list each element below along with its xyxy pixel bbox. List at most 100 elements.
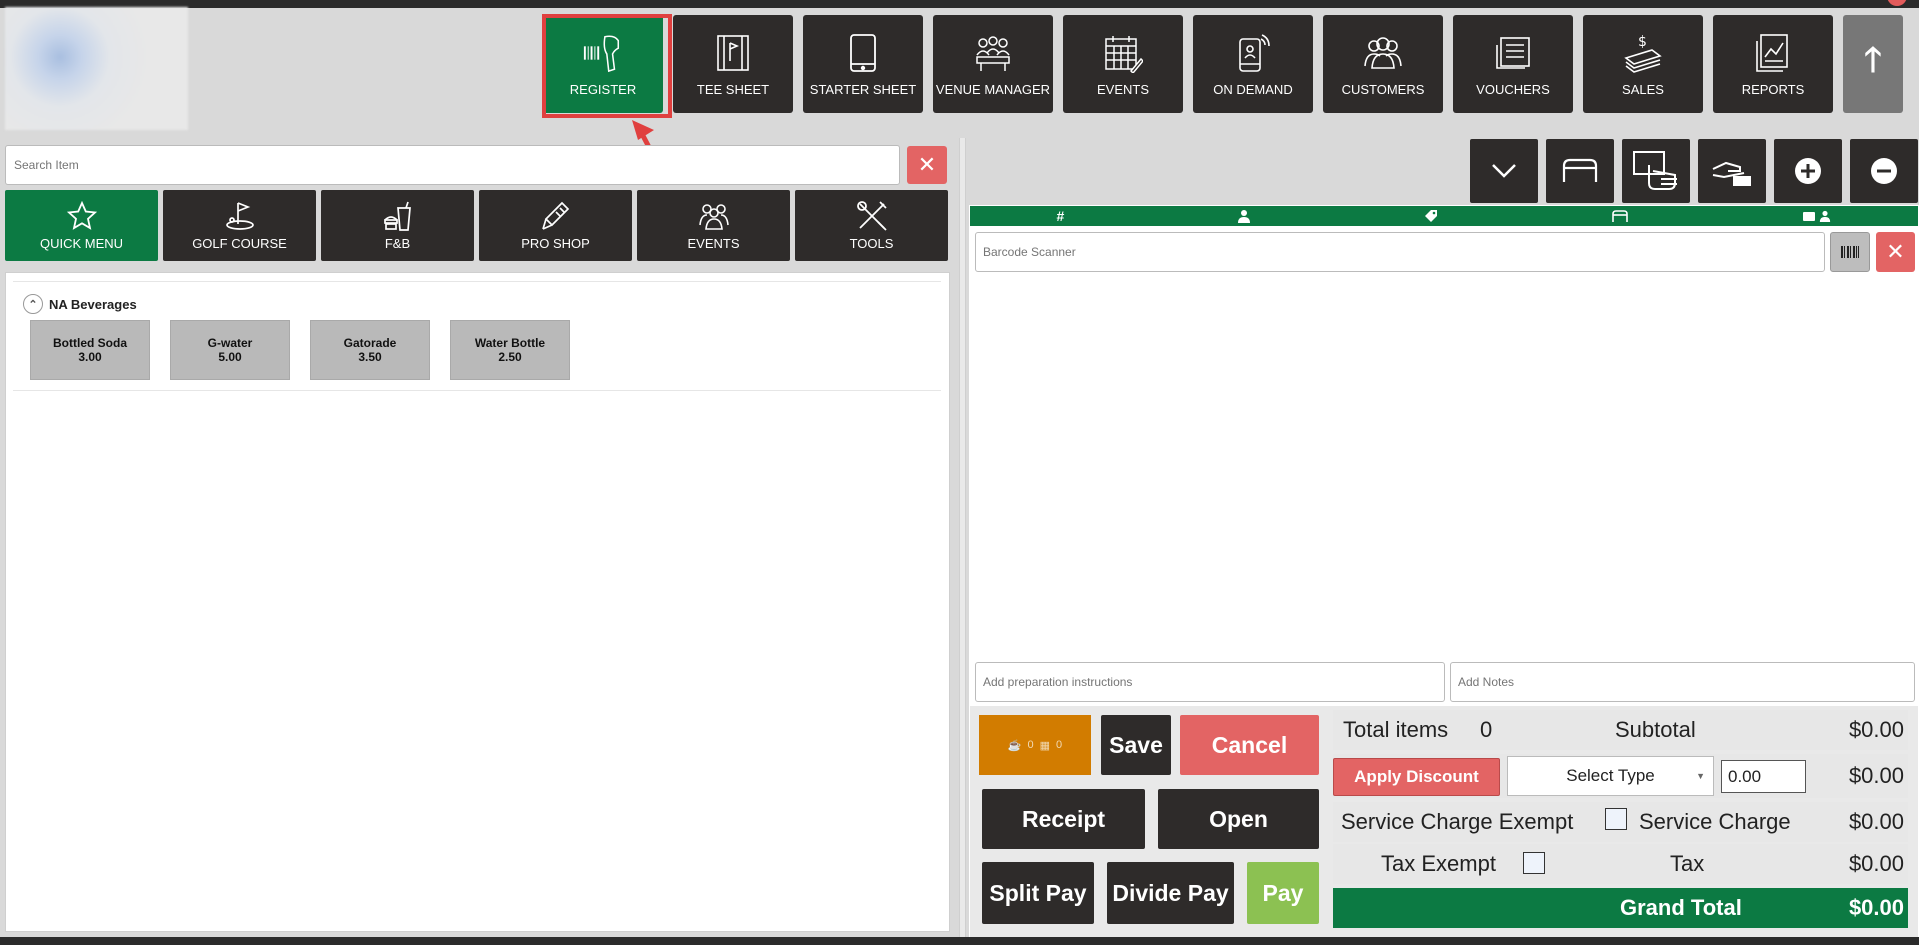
table-icon: [1562, 158, 1598, 182]
voucher-icon: [1492, 32, 1534, 74]
category-quick-menu[interactable]: QUICK MENU: [5, 190, 158, 261]
item-price: 5.00: [218, 350, 242, 364]
split-pay-button[interactable]: Split Pay: [982, 862, 1094, 924]
menu-items: Bottled Soda 3.00 G-water 5.00 Gatorade …: [30, 320, 570, 380]
hand-pointer-icon: [1633, 151, 1677, 190]
nav-on-demand-button[interactable]: ON DEMAND: [1193, 15, 1313, 113]
barcode-input[interactable]: [976, 233, 1824, 271]
receipt-button[interactable]: Receipt: [982, 789, 1145, 849]
chevron-down-icon: [1492, 164, 1516, 178]
nav-sales-label: SALES: [1622, 81, 1664, 97]
main-nav: REGISTER TEE SHEET STARTER SHEET VENUE M…: [543, 15, 1903, 113]
item-price: 2.50: [498, 350, 522, 364]
category-label: QUICK MENU: [39, 236, 124, 251]
menu-item[interactable]: Bottled Soda 3.00: [30, 320, 150, 380]
touch-button[interactable]: [1622, 139, 1690, 203]
nav-vouchers-button[interactable]: VOUCHERS: [1453, 15, 1573, 113]
search-box: [5, 145, 900, 185]
menu-item[interactable]: Gatorade 3.50: [310, 320, 430, 380]
panel-splitter[interactable]: [959, 138, 966, 937]
nav-starter-sheet-button[interactable]: STARTER SHEET: [803, 15, 923, 113]
table-button[interactable]: [1546, 139, 1614, 203]
pay-button[interactable]: Pay: [1247, 862, 1319, 924]
barcode-scan-button[interactable]: [1830, 232, 1870, 272]
group-header[interactable]: ⌃ NA Beverages: [23, 294, 137, 314]
bottom-strip: [0, 937, 1919, 945]
service-charge-row: Service Charge Exempt Service Charge $0.…: [1333, 802, 1908, 842]
barcode-box: [975, 232, 1825, 272]
counter-a: 0: [1027, 739, 1034, 751]
customers-icon: [1362, 32, 1404, 74]
notes-input[interactable]: [1451, 663, 1914, 701]
category-pro-shop[interactable]: PRO SHOP: [479, 190, 632, 261]
minus-circle-icon: [1871, 158, 1897, 184]
subtotal-label: Subtotal: [1615, 717, 1696, 742]
service-exempt-label: Service Charge Exempt: [1341, 809, 1574, 834]
close-icon: ✕: [917, 152, 937, 177]
cancel-button[interactable]: Cancel: [1180, 715, 1319, 775]
notification-dot[interactable]: [1887, 0, 1907, 6]
save-button[interactable]: Save: [1101, 715, 1171, 775]
order-counter-box[interactable]: ☕ 0 ▦ 0: [979, 715, 1091, 775]
service-exempt-checkbox[interactable]: [1605, 808, 1627, 830]
nav-register-label: REGISTER: [569, 81, 637, 97]
tax-exempt-checkbox[interactable]: [1523, 852, 1545, 874]
order-list: [970, 278, 1918, 658]
star-icon: [66, 200, 98, 232]
menu-item[interactable]: G-water 5.00: [170, 320, 290, 380]
service-charge-value: $0.00: [1848, 809, 1904, 834]
category-golf-course[interactable]: GOLF COURSE: [163, 190, 316, 261]
nav-venue-manager-button[interactable]: VENUE MANAGER: [933, 15, 1053, 113]
search-clear-button[interactable]: ✕: [907, 146, 947, 184]
nav-tee-sheet-button[interactable]: TEE SHEET: [673, 15, 793, 113]
order-tools: [1470, 139, 1918, 203]
grand-total-value: $0.00: [1848, 895, 1904, 920]
tools-icon: [856, 200, 888, 232]
caret-down-icon: ▼: [1696, 771, 1705, 781]
menu-items-area: ⌃ NA Beverages Bottled Soda 3.00 G-water…: [5, 272, 950, 932]
collapse-button[interactable]: [1470, 139, 1538, 203]
service-charge-label: Service Charge: [1639, 809, 1791, 834]
grand-total-label: Grand Total: [1620, 895, 1742, 920]
group-title: NA Beverages: [49, 296, 137, 312]
apply-discount-button[interactable]: Apply Discount: [1333, 758, 1500, 796]
nav-register-button[interactable]: REGISTER: [543, 15, 663, 113]
logo: [5, 7, 188, 130]
open-button[interactable]: Open: [1158, 789, 1319, 849]
scroll-up-button[interactable]: 🡑: [1843, 15, 1903, 113]
category-label: GOLF COURSE: [192, 236, 287, 251]
nav-events-button[interactable]: EVENTS: [1063, 15, 1183, 113]
grand-total-row: Grand Total $0.00: [1333, 888, 1908, 928]
cart-icon: ▦: [1039, 739, 1051, 752]
category-events[interactable]: EVENTS: [637, 190, 790, 261]
nav-reports-label: REPORTS: [1741, 81, 1805, 97]
discount-type-select[interactable]: Select Type ▼: [1507, 756, 1714, 796]
golf-icon: [224, 200, 256, 232]
nav-on-demand-label: ON DEMAND: [1213, 81, 1293, 97]
calendar-icon: [1102, 32, 1144, 74]
chevron-up-icon[interactable]: ⌃: [23, 294, 43, 314]
nav-reports-button[interactable]: REPORTS: [1713, 15, 1833, 113]
top-strip: [0, 0, 1919, 8]
divide-pay-button[interactable]: Divide Pay: [1107, 862, 1234, 924]
item-name: Water Bottle: [474, 336, 546, 350]
tablet-icon: [842, 32, 884, 74]
nav-customers-button[interactable]: CUSTOMERS: [1323, 15, 1443, 113]
nav-sales-button[interactable]: $ SALES: [1583, 15, 1703, 113]
search-input[interactable]: [6, 146, 899, 184]
add-button[interactable]: [1774, 139, 1842, 203]
menu-item[interactable]: Water Bottle 2.50: [450, 320, 570, 380]
user-icon: [1238, 210, 1251, 223]
golf-club-icon: [540, 200, 572, 232]
prep-instructions-input[interactable]: [976, 663, 1444, 701]
people-icon: [698, 200, 730, 232]
category-tools[interactable]: TOOLS: [795, 190, 948, 261]
plus-circle-icon: [1795, 158, 1821, 184]
discount-amount-input[interactable]: 0.00: [1721, 760, 1806, 793]
nav-starter-sheet-label: STARTER SHEET: [809, 81, 917, 97]
remove-button[interactable]: [1850, 139, 1918, 203]
barcode-clear-button[interactable]: ✕: [1876, 232, 1915, 272]
category-f-and-b[interactable]: F&B: [321, 190, 474, 261]
notes-box: [1450, 662, 1915, 702]
payment-hand-button[interactable]: [1698, 139, 1766, 203]
